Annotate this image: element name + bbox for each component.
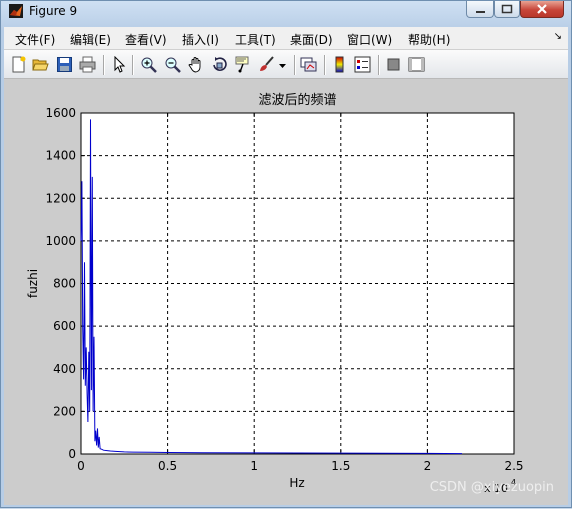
y-tick-label: 400	[53, 362, 76, 376]
menu-tools[interactable]: 工具(T)	[235, 31, 276, 48]
brush-icon[interactable]	[258, 56, 275, 73]
maximize-icon	[501, 4, 513, 14]
y-tick-label: 1200	[45, 191, 76, 205]
zoom-out-icon[interactable]	[164, 56, 181, 73]
menu-file[interactable]: 文件(F)	[15, 31, 55, 48]
window-title: Figure 9	[29, 4, 78, 18]
y-tick-label: 800	[53, 277, 76, 291]
zoom-in-icon[interactable]	[140, 56, 157, 73]
x-tick-label: 1	[250, 459, 258, 473]
toolbar	[4, 49, 568, 79]
toolbar-separator	[324, 55, 326, 75]
y-tick-label: 0	[68, 447, 76, 461]
toolbar-separator	[103, 55, 105, 75]
print-icon[interactable]	[79, 56, 96, 73]
spectrum-chart: 0 0.5 1 1.5 2 2.5 0 200 400 600 800 1000 1200 1400 160…	[26, 92, 524, 495]
minimize-button[interactable]	[466, 1, 494, 18]
legend-icon[interactable]	[354, 56, 371, 73]
x-axis-label: Hz	[289, 476, 304, 490]
chart-title: 滤波后的频谱	[258, 92, 336, 108]
menu-help[interactable]: 帮助(H)	[408, 31, 450, 48]
menu-insert[interactable]: 插入(I)	[182, 31, 219, 48]
x-tick-label: 1.5	[331, 459, 350, 473]
x-tick-label: 2	[424, 459, 432, 473]
watermark: CSDN @xiyezuopin	[429, 480, 554, 495]
y-axis-label: fuzhi	[26, 269, 40, 298]
y-tick-label: 1000	[45, 234, 76, 248]
hide-plot-tools-icon[interactable]	[385, 56, 402, 73]
open-file-icon[interactable]	[32, 56, 49, 73]
menu-window[interactable]: 窗口(W)	[347, 31, 392, 48]
close-icon	[537, 4, 547, 14]
colorbar-icon[interactable]	[331, 56, 348, 73]
pan-hand-icon[interactable]	[188, 56, 205, 73]
new-figure-icon[interactable]	[10, 56, 27, 73]
x-tick-label: 2.5	[504, 459, 523, 473]
pointer-icon[interactable]	[110, 56, 127, 73]
minimize-icon	[476, 11, 485, 13]
menu-overflow-icon[interactable]: ↘	[554, 31, 562, 42]
toolbar-separator	[294, 55, 296, 75]
toolbar-separator	[378, 55, 380, 75]
maximize-button[interactable]	[494, 1, 520, 18]
y-tick-label: 1400	[45, 149, 76, 163]
close-button[interactable]	[520, 1, 564, 18]
toolbar-separator	[132, 55, 134, 75]
menu-view[interactable]: 查看(V)	[125, 31, 167, 48]
x-tick-label: 0	[77, 459, 85, 473]
show-plot-tools-icon[interactable]	[408, 56, 425, 73]
matlab-app-icon	[9, 4, 23, 18]
y-tick-label: 1600	[45, 106, 76, 120]
brush-dropdown-icon[interactable]	[278, 56, 287, 73]
save-icon[interactable]	[56, 56, 73, 73]
y-tick-label: 200	[53, 404, 76, 418]
menu-desktop[interactable]: 桌面(D)	[290, 31, 333, 48]
figure-canvas: 0 0.5 1 1.5 2 2.5 0 200 400 600 800 1000 1200 1400 160…	[4, 79, 568, 505]
menu-edit[interactable]: 编辑(E)	[70, 31, 111, 48]
link-plot-icon[interactable]	[300, 56, 317, 73]
data-cursor-icon[interactable]	[234, 56, 251, 73]
figure-window: Figure 9 文件(F) 编辑(E) 查看(V) 插入(I) 工具(T) 桌…	[0, 0, 572, 508]
menu-bar: 文件(F) 编辑(E) 查看(V) 插入(I) 工具(T) 桌面(D) 窗口(W…	[4, 27, 568, 49]
y-tick-label: 600	[53, 319, 76, 333]
title-bar[interactable]: Figure 9	[1, 1, 571, 21]
rotate-3d-icon[interactable]	[211, 56, 228, 73]
x-tick-label: 0.5	[158, 459, 177, 473]
